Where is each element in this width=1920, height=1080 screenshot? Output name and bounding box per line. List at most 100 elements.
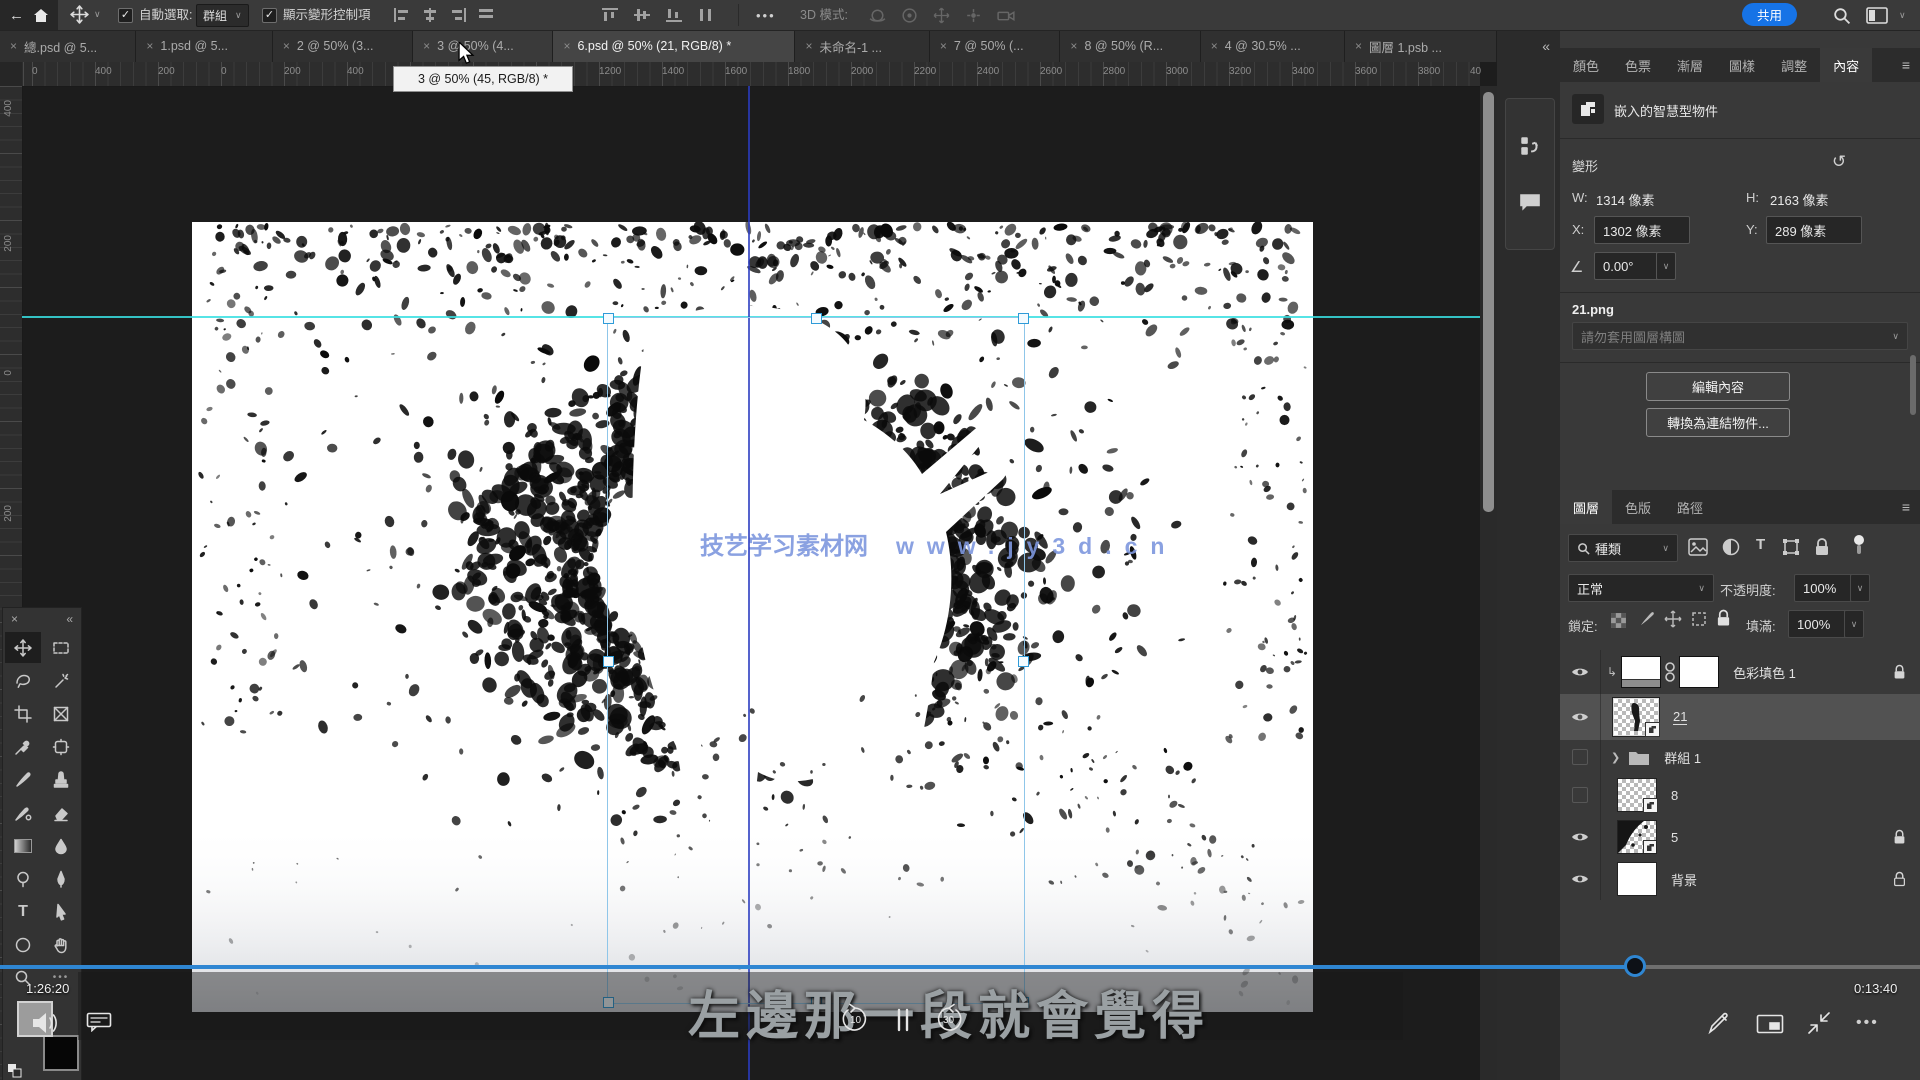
forward-30-button[interactable]: 30 (932, 1002, 966, 1041)
eraser-tool-button[interactable] (43, 797, 79, 828)
panel-scrollbar[interactable] (1910, 355, 1916, 415)
lock-artboard-icon[interactable] (1690, 610, 1708, 628)
doc-tab-7[interactable]: ×8 @ 50% (R... (1060, 30, 1200, 62)
transform-handle-tl[interactable] (603, 313, 614, 324)
layer-name[interactable]: 群組 1 (1664, 748, 1701, 767)
filter-type-icon[interactable]: T (1756, 536, 1765, 553)
move-tool-button[interactable] (5, 632, 41, 663)
rewind-10-button[interactable]: 10 (838, 1002, 872, 1041)
type-tool-button[interactable]: T (5, 896, 41, 927)
tab-paths[interactable]: 路徑 (1664, 490, 1716, 524)
default-colors-icon[interactable] (7, 1063, 22, 1078)
subtitles-button[interactable] (86, 1012, 112, 1037)
align-left-icon[interactable] (392, 7, 412, 23)
tab-patterns[interactable]: 圖樣 (1716, 48, 1768, 82)
tab-swatches[interactable]: 色票 (1612, 48, 1664, 82)
layer-row-background[interactable]: 背景 (1560, 858, 1920, 900)
expand-arrow-icon[interactable]: ❯ (1611, 751, 1620, 764)
share-button[interactable]: 共用 (1742, 3, 1797, 26)
layer-row-fill[interactable]: ↳ 色彩填色 1 (1560, 650, 1920, 694)
panel-menu-icon[interactable]: ≡ (1902, 57, 1910, 73)
align-top-icon[interactable] (600, 7, 620, 23)
tab-gradients[interactable]: 漸層 (1664, 48, 1716, 82)
w-value[interactable]: 1314 像素 (1596, 190, 1655, 209)
doc-tab-6[interactable]: ×7 @ 50% (... (930, 30, 1061, 62)
doc-tab-3[interactable]: ×3 @ 50% (4... (413, 30, 553, 62)
layer-thumbnail[interactable] (1617, 778, 1657, 812)
layer-mask-thumbnail[interactable] (1679, 656, 1719, 688)
layer-name[interactable]: 背景 (1671, 870, 1697, 889)
close-icon[interactable]: × (283, 39, 290, 53)
reset-transform-icon[interactable]: ↺ (1832, 152, 1846, 172)
distribute-h-icon[interactable] (476, 7, 496, 23)
auto-select-checkbox[interactable]: ✓ (118, 8, 133, 23)
doc-tab-5[interactable]: ×未命名-1 ... (795, 30, 929, 62)
eyedropper-tool-button[interactable] (5, 731, 41, 762)
clone-stamp-tool-button[interactable] (43, 764, 79, 795)
auto-select-dropdown[interactable]: 群組∨ (196, 4, 249, 27)
hand-tool-button[interactable] (43, 929, 79, 960)
tool-options-move[interactable]: ∨ (70, 5, 101, 24)
home-icon[interactable] (33, 8, 49, 23)
tab-properties[interactable]: 內容 (1820, 48, 1872, 82)
comments-icon[interactable] (1518, 192, 1542, 214)
healing-tool-button[interactable] (43, 731, 79, 762)
collapse-icon[interactable]: « (66, 612, 73, 626)
filter-smart-object-icon[interactable] (1814, 538, 1830, 556)
layer-name[interactable]: 色彩填色 1 (1733, 663, 1796, 682)
h-value[interactable]: 2163 像素 (1770, 190, 1829, 209)
transform-bounding-box[interactable] (607, 317, 1025, 1004)
visibility-toggle[interactable] (1560, 816, 1601, 858)
doc-tab-2[interactable]: ×2 @ 50% (3... (273, 30, 413, 62)
close-icon[interactable]: × (940, 39, 947, 53)
lock-position-icon[interactable] (1664, 610, 1682, 628)
workspace-icon[interactable] (1866, 7, 1888, 24)
layer-filter-dropdown[interactable]: 種類∨ (1568, 534, 1678, 562)
canvas-scrollbar[interactable] (1480, 86, 1497, 1080)
shape-tool-button[interactable] (5, 929, 41, 960)
annotate-pencil-button[interactable] (1706, 1010, 1732, 1041)
layer-name[interactable]: 21 (1673, 709, 1687, 725)
back-arrow-icon[interactable]: ← (9, 7, 24, 24)
close-icon[interactable]: × (1211, 39, 1218, 53)
dodge-tool-button[interactable] (5, 863, 41, 894)
filter-pixel-layers-icon[interactable] (1688, 538, 1708, 556)
tab-channels[interactable]: 色版 (1612, 490, 1664, 524)
doc-tab-0[interactable]: ×總.psd @ 5... (0, 30, 136, 62)
layer-thumbnail[interactable] (1617, 820, 1657, 854)
visibility-toggle[interactable] (1560, 774, 1601, 816)
layer-thumbnail[interactable] (1613, 698, 1659, 736)
layer-name[interactable]: 5 (1671, 830, 1678, 845)
tab-layers[interactable]: 圖層 (1560, 490, 1612, 524)
close-icon[interactable]: × (10, 39, 17, 53)
y-input[interactable]: 289 像素 (1766, 216, 1862, 244)
edit-contents-button[interactable]: 編輯內容 (1646, 372, 1790, 401)
magic-wand-tool-button[interactable] (43, 665, 79, 696)
video-progress-handle[interactable] (1624, 955, 1646, 977)
visibility-toggle[interactable] (1560, 740, 1601, 774)
brush-tool-button[interactable] (5, 764, 41, 795)
layer-comp-dropdown[interactable]: 請勿套用圖層構圖∨ (1572, 322, 1908, 350)
blend-mode-dropdown[interactable]: 正常∨ (1568, 574, 1714, 602)
doc-tab-9[interactable]: ×圖層 1.psb ... (1345, 30, 1497, 62)
pen-tool-button[interactable] (43, 863, 79, 894)
volume-button[interactable] (30, 1010, 60, 1041)
close-icon[interactable]: × (146, 39, 153, 53)
pip-button[interactable] (1756, 1014, 1784, 1039)
lock-transparency-icon[interactable] (1610, 612, 1627, 629)
visibility-toggle[interactable] (1560, 694, 1601, 740)
layer-row-8[interactable]: 8 (1560, 774, 1920, 816)
fill-layer-thumbnail[interactable] (1621, 656, 1661, 688)
layer-row-group[interactable]: ❯ 群組 1 (1560, 740, 1920, 774)
chevron-down-icon[interactable]: ∨ (1899, 10, 1906, 21)
close-icon[interactable]: × (423, 39, 430, 53)
align-right-icon[interactable] (448, 7, 468, 23)
layer-row-5[interactable]: 5 (1560, 816, 1920, 858)
version-history-icon[interactable] (1518, 134, 1542, 158)
search-icon[interactable] (1832, 6, 1851, 25)
blur-tool-button[interactable] (43, 830, 79, 861)
close-icon[interactable]: × (11, 612, 18, 626)
close-icon[interactable]: × (1070, 39, 1077, 53)
filter-pin-toggle[interactable] (1852, 534, 1866, 556)
marquee-tool-button[interactable] (43, 632, 79, 663)
